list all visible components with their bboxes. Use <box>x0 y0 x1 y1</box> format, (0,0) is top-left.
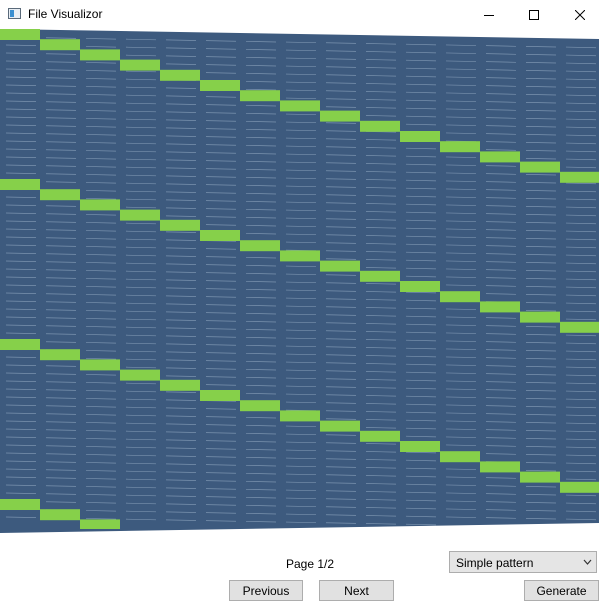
highlight-segment <box>400 441 440 452</box>
window-title: File Visualizor <box>28 7 103 21</box>
highlight-segment <box>560 171 599 183</box>
highlight-segment <box>120 59 160 71</box>
highlight-segment <box>240 240 280 252</box>
highlight-segment <box>440 141 480 153</box>
highlight-segment <box>320 420 360 432</box>
highlight-segment <box>280 100 320 112</box>
page-indicator: Page 1/2 <box>286 557 335 571</box>
highlight-segment <box>320 110 360 122</box>
highlight-segment <box>200 80 240 91</box>
highlight-segment <box>280 250 320 262</box>
highlight-segment <box>400 281 440 292</box>
highlight-segment <box>480 461 520 473</box>
highlight-segment <box>560 481 599 493</box>
highlight-segment <box>360 120 400 132</box>
chevron-down-icon <box>583 559 592 565</box>
highlight-segment <box>400 131 440 142</box>
highlight-segment <box>0 339 40 350</box>
highlight-segment <box>520 161 560 173</box>
app-window-icon <box>8 8 21 19</box>
highlight-segment <box>200 230 240 241</box>
highlight-segment <box>440 451 480 463</box>
highlight-segment <box>320 260 360 272</box>
generate-button[interactable]: Generate <box>524 580 599 601</box>
highlight-segment <box>40 39 80 51</box>
highlight-segment <box>120 369 160 381</box>
highlight-segment <box>360 270 400 282</box>
highlight-segment <box>80 519 120 529</box>
highlight-segment <box>160 69 200 81</box>
highlight-segment <box>160 379 200 391</box>
maximize-icon <box>529 9 539 20</box>
previous-button[interactable]: Previous <box>229 580 303 601</box>
highlight-segment <box>480 151 520 163</box>
pattern-select-value: Simple pattern <box>456 556 534 570</box>
highlight-segment <box>200 390 240 401</box>
close-button[interactable] <box>557 0 603 29</box>
highlight-segment <box>440 291 480 303</box>
visualization-canvas <box>0 29 603 535</box>
maximize-button[interactable] <box>511 0 557 29</box>
pattern-select[interactable]: Simple pattern <box>449 551 597 573</box>
highlight-segment <box>120 209 160 221</box>
highlight-segment <box>0 29 40 40</box>
highlight-segment <box>40 189 80 201</box>
highlight-segment <box>40 509 80 521</box>
highlight-segment <box>40 349 80 361</box>
highlight-segment <box>80 49 120 61</box>
highlight-segment <box>240 400 280 412</box>
highlight-segment <box>0 499 40 510</box>
close-icon <box>575 9 585 20</box>
highlight-segment <box>160 219 200 231</box>
highlight-segment <box>480 301 520 313</box>
highlight-segment <box>360 430 400 442</box>
highlight-segment <box>560 321 599 333</box>
next-button[interactable]: Next <box>319 580 394 601</box>
title-bar: File Visualizor <box>0 0 603 30</box>
minimize-button[interactable] <box>466 0 512 29</box>
highlight-segment <box>280 410 320 422</box>
minimize-icon <box>484 14 494 16</box>
highlight-segment <box>520 471 560 483</box>
highlight-segment <box>520 311 560 323</box>
highlight-segment <box>240 90 280 102</box>
highlight-segment <box>0 179 40 190</box>
highlight-segment <box>80 359 120 371</box>
highlight-segment <box>80 199 120 211</box>
